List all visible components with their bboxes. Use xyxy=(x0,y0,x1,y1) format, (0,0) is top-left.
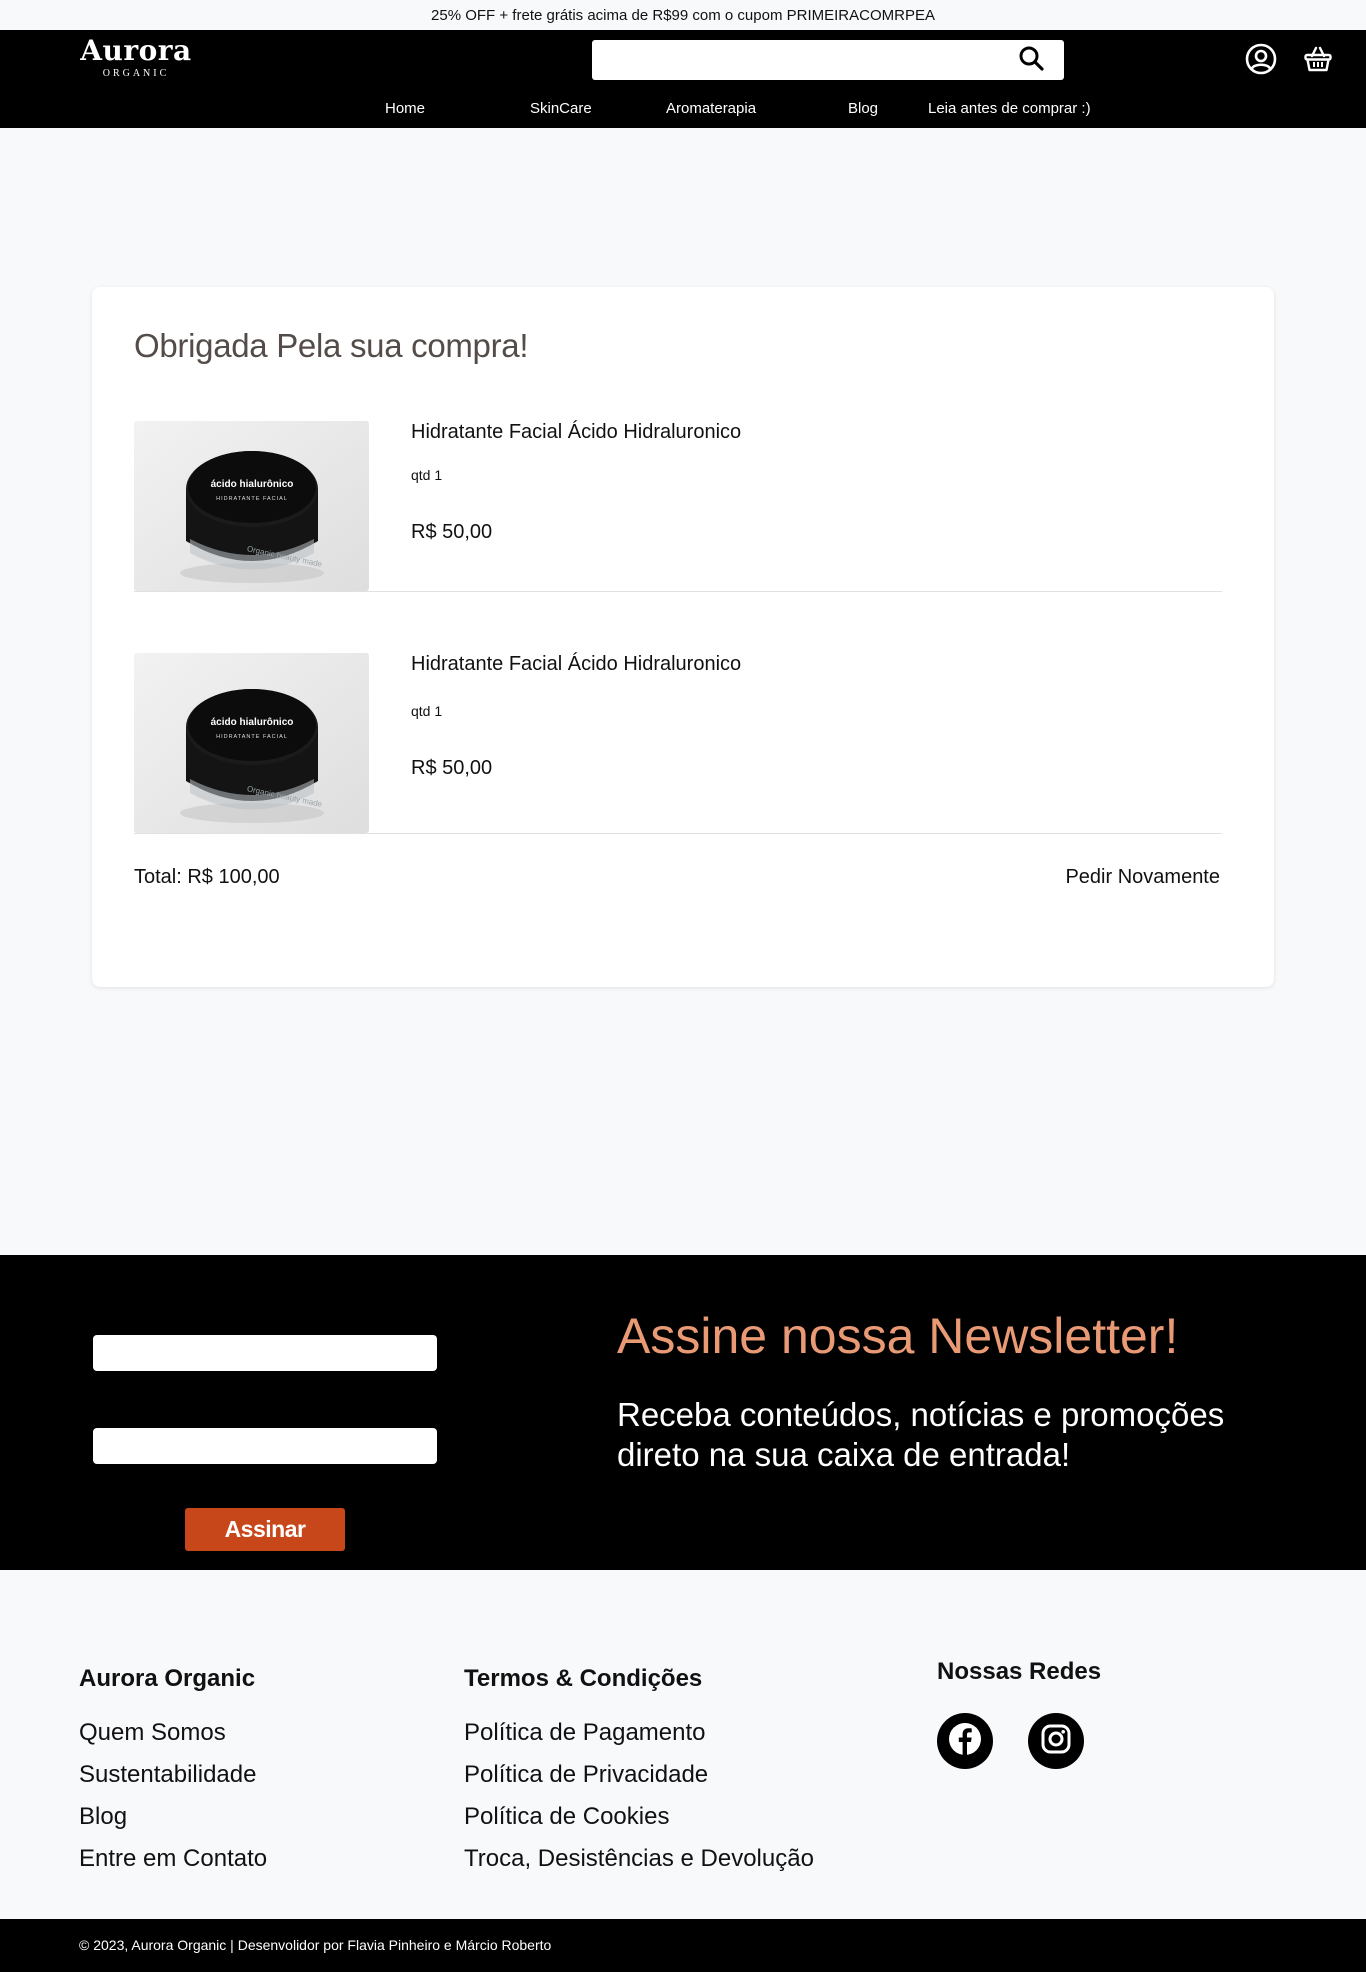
footer-heading: Aurora Organic xyxy=(79,1665,256,1692)
nav-leia-antes[interactable]: Leia antes de comprar :) xyxy=(928,98,1091,120)
product-name[interactable]: Hidratante Facial Ácido Hidraluronico xyxy=(411,421,741,444)
copyright-bar: © 2023, Aurora Organic | Desenvolidor po… xyxy=(0,1919,1366,1972)
logo-sub: ORGANIC xyxy=(102,68,170,79)
nav-skincare[interactable]: SkinCare xyxy=(530,98,592,120)
search-input[interactable] xyxy=(592,40,1064,80)
promo-text: 25% OFF + frete grátis acima de R$99 com… xyxy=(431,7,935,24)
product-price: R$ 50,00 xyxy=(411,521,493,543)
newsletter-section: Assinar Assine nossa Newsletter! Receba … xyxy=(0,1255,1366,1570)
footer-link-devolucao[interactable]: Troca, Desistências e Devolução xyxy=(464,1845,814,1873)
account-button[interactable] xyxy=(1244,43,1278,80)
newsletter-subtitle: Receba conteúdos, notícias e promoções d… xyxy=(617,1396,1225,1473)
product-image[interactable]: ácido hialurônico HIDRATANTE FACIAL Orga… xyxy=(134,653,369,833)
footer-link-sustentabilidade[interactable]: Sustentabilidade xyxy=(79,1761,256,1789)
nav-aromaterapia[interactable]: Aromaterapia xyxy=(666,98,756,120)
cart-button[interactable] xyxy=(1301,44,1335,78)
footer-link-pagamento[interactable]: Política de Pagamento xyxy=(464,1719,706,1747)
footer-heading: Termos & Condições xyxy=(464,1665,703,1692)
footer-link-blog[interactable]: Blog xyxy=(79,1803,127,1831)
product-name[interactable]: Hidratante Facial Ácido Hidraluronico xyxy=(411,653,741,676)
reorder-button[interactable]: Pedir Novamente xyxy=(1065,866,1220,889)
copyright-text: © 2023, Aurora Organic | Desenvolidor po… xyxy=(79,1937,552,1953)
product-price: R$ 50,00 xyxy=(411,757,493,779)
order-confirmation-card: Obrigada Pela sua compra! ácido hialurôn… xyxy=(92,287,1274,987)
footer-column-terms: Termos & Condições Política de Pagamento… xyxy=(464,1665,884,1885)
user-icon xyxy=(1245,43,1277,80)
footer-link-quem-somos[interactable]: Quem Somos xyxy=(79,1719,226,1747)
jar-label: ácido hialurônico xyxy=(211,479,294,490)
order-item: ácido hialurônico HIDRATANTE FACIAL Orga… xyxy=(134,421,1222,592)
footer-column-about: Aurora Organic Quem Somos Sustentabilida… xyxy=(79,1665,419,1885)
footer-link-contato[interactable]: Entre em Contato xyxy=(79,1845,267,1873)
newsletter-email-field[interactable] xyxy=(93,1428,437,1464)
site-header: Aurora ORGANIC Home SkinCare Aromaterapi… xyxy=(0,30,1366,128)
jar-label: ácido hialurônico xyxy=(211,717,294,728)
basket-icon xyxy=(1303,44,1333,79)
nav-home[interactable]: Home xyxy=(385,98,425,120)
instagram-icon xyxy=(1040,1723,1072,1760)
footer-link-cookies[interactable]: Política de Cookies xyxy=(464,1803,669,1831)
facebook-link[interactable] xyxy=(937,1713,993,1769)
jar-sublabel: HIDRATANTE FACIAL xyxy=(216,496,288,502)
page-title: Obrigada Pela sua compra! xyxy=(134,327,529,364)
logo-main: Aurora xyxy=(80,34,192,67)
jar-sublabel: HIDRATANTE FACIAL xyxy=(216,734,288,740)
newsletter-title: Assine nossa Newsletter! xyxy=(617,1308,1179,1364)
subscribe-button[interactable]: Assinar xyxy=(185,1508,345,1551)
order-item: ácido hialurônico HIDRATANTE FACIAL Orga… xyxy=(134,653,1222,834)
promo-bar: 25% OFF + frete grátis acima de R$99 com… xyxy=(0,0,1366,30)
footer-link-privacidade[interactable]: Política de Privacidade xyxy=(464,1761,708,1789)
search-button[interactable] xyxy=(1014,45,1048,75)
newsletter-name-field[interactable] xyxy=(93,1335,437,1371)
order-total: Total: R$ 100,00 xyxy=(134,866,280,888)
logo[interactable]: Aurora ORGANIC xyxy=(75,34,197,80)
main-nav: Home SkinCare Aromaterapia Blog Leia ant… xyxy=(0,98,1366,126)
product-qty: qtd 1 xyxy=(411,703,443,719)
search-icon xyxy=(1018,45,1044,76)
nav-blog[interactable]: Blog xyxy=(848,98,878,120)
product-image[interactable]: ácido hialurônico HIDRATANTE FACIAL Orga… xyxy=(134,421,369,591)
instagram-link[interactable] xyxy=(1028,1713,1084,1769)
footer-column-social: Nossas Redes xyxy=(937,1658,1177,1778)
product-qty: qtd 1 xyxy=(411,467,443,483)
footer-heading: Nossas Redes xyxy=(937,1658,1102,1685)
facebook-icon xyxy=(948,1722,982,1761)
